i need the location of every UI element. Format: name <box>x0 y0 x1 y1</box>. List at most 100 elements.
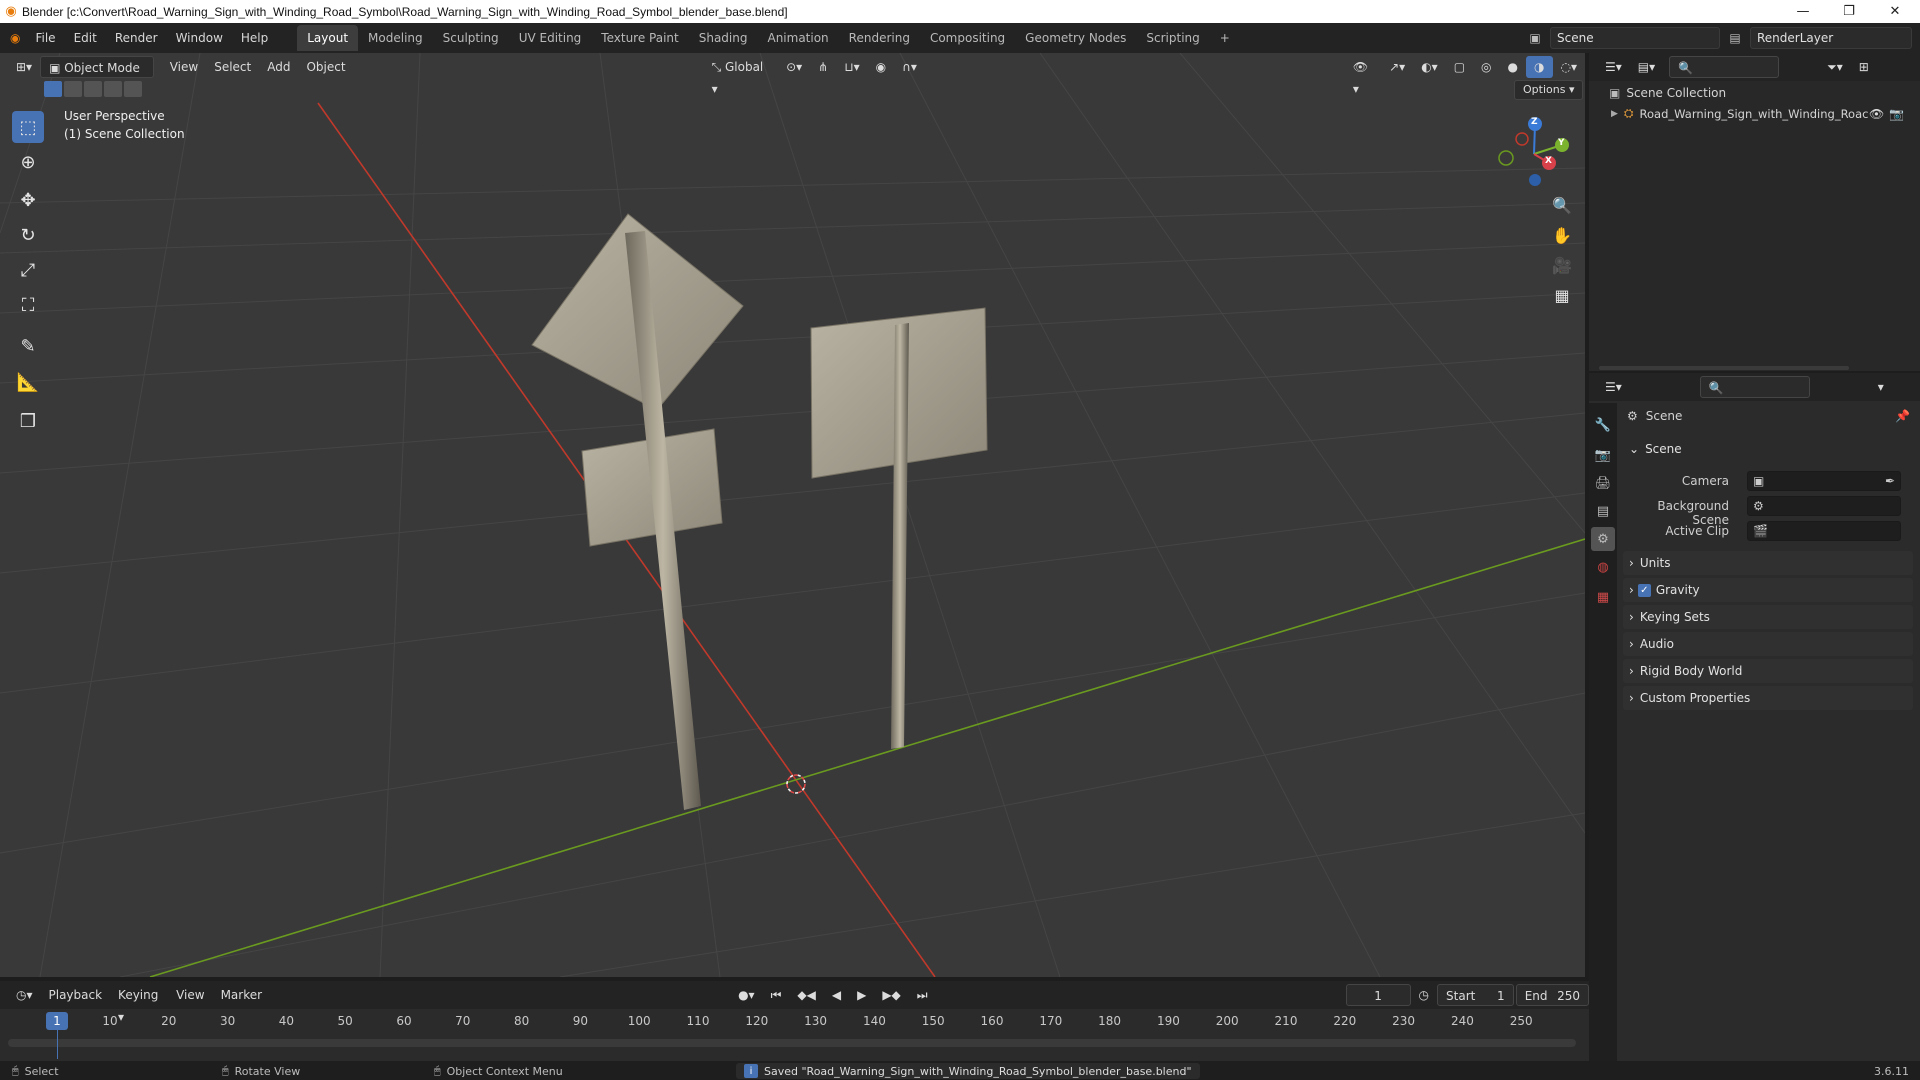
shading-material-icon[interactable]: ◑ <box>1526 56 1553 78</box>
pin-icon[interactable]: 📌 <box>1895 409 1910 423</box>
tool-tab-icon[interactable]: 🔧 <box>1591 413 1615 437</box>
view-layer-tab-icon[interactable]: ▤ <box>1591 499 1615 523</box>
road-sign-left[interactable] <box>531 213 744 810</box>
editor-type-icon[interactable]: ⊞▾ <box>8 56 40 78</box>
scene-tab-icon[interactable]: ⚙ <box>1591 527 1615 551</box>
menu-object[interactable]: Object <box>298 56 353 78</box>
tab-rendering[interactable]: Rendering <box>839 25 920 51</box>
start-frame-field[interactable]: Start 1 <box>1437 984 1514 1006</box>
outliner-scrollbar[interactable] <box>1599 366 1849 370</box>
tab-texture-paint[interactable]: Texture Paint <box>591 25 688 51</box>
render-camera-icon[interactable]: 📷 <box>1889 107 1904 121</box>
blender-menu-icon[interactable]: ◉ <box>0 23 26 53</box>
select-intersect-icon[interactable] <box>124 81 142 97</box>
camera-view-icon[interactable]: 🎥 <box>1548 251 1576 279</box>
keying-sets-panel-header[interactable]: › Keying Sets <box>1623 605 1913 629</box>
auto-keying-icon[interactable]: ●▾ <box>730 984 763 1006</box>
scale-tool-icon[interactable]: ⤢ <box>12 254 44 286</box>
active-clip-field[interactable]: 🎬 <box>1747 521 1901 541</box>
falloff-icon[interactable]: ∩▾ <box>894 56 925 78</box>
jump-start-icon[interactable]: ⏮ <box>763 984 790 1006</box>
3d-viewport[interactable]: Z Y X ⊞▾ ▣ Object Mode ▾ View Select Add… <box>0 53 1585 977</box>
gravity-panel-header[interactable]: › ✓ Gravity <box>1623 578 1913 602</box>
move-tool-icon[interactable]: ✥ <box>12 184 44 216</box>
tab-sculpting[interactable]: Sculpting <box>433 25 509 51</box>
properties-editor-type-icon[interactable]: ☰▾ <box>1597 376 1630 398</box>
viewport-scene[interactable] <box>0 53 1585 977</box>
zoom-icon[interactable]: 🔍 <box>1548 191 1576 219</box>
world-tab-icon[interactable]: ◍ <box>1591 555 1615 579</box>
select-subtract-icon[interactable] <box>84 81 102 97</box>
eyedropper-icon[interactable]: ✒ <box>1885 474 1895 488</box>
units-panel-header[interactable]: › Units <box>1623 551 1913 575</box>
timeline-ruler[interactable]: 1 10 20 30 40 50 60 70 80 90 100 110 120 130 140 150 160… <box>0 1009 1589 1033</box>
timeline-view-menu[interactable]: View <box>168 984 212 1006</box>
audio-panel-header[interactable]: › Audio <box>1623 632 1913 656</box>
end-frame-field[interactable]: End 250 <box>1515 984 1589 1006</box>
scene-panel-header[interactable]: ⌄ Scene <box>1623 437 1913 461</box>
view-layer-icon[interactable]: ▤ <box>1726 29 1744 47</box>
menu-view[interactable]: View <box>162 56 206 78</box>
pivot-point-icon[interactable]: ⊙▾ <box>778 56 810 78</box>
shading-solid-icon[interactable]: ● <box>1500 56 1526 78</box>
view-layer-selector[interactable]: RenderLayer <box>1750 27 1912 49</box>
rotate-tool-icon[interactable]: ↻ <box>12 219 44 251</box>
menu-window[interactable]: Window <box>167 23 232 53</box>
menu-help[interactable]: Help <box>232 23 277 53</box>
play-icon[interactable]: ▶ <box>849 984 874 1006</box>
keying-menu[interactable]: Keying ▾ <box>110 984 168 1024</box>
playback-menu[interactable]: Playback ▾ <box>41 984 111 1024</box>
perspective-toggle-icon[interactable]: ▦ <box>1548 281 1576 309</box>
transform-orientation-dropdown[interactable]: ⤡ Global ▾ <box>704 56 779 96</box>
transform-tool-icon[interactable]: ⛶ <box>12 289 44 321</box>
scene-collection-row[interactable]: ▣ Scene Collection <box>1609 86 1726 100</box>
outliner-item[interactable]: ▶ ⛭ Road_Warning_Sign_with_Winding_Roac … <box>1611 106 1911 121</box>
properties-options-icon[interactable]: ▾ <box>1870 376 1892 398</box>
jump-end-icon[interactable]: ⏭ <box>909 984 936 1006</box>
overlay-toggle-icon[interactable]: ◐▾ <box>1413 56 1446 78</box>
measure-tool-icon[interactable]: 📐 <box>12 366 44 398</box>
scene-selector[interactable]: Scene <box>1550 27 1720 49</box>
select-new-icon[interactable] <box>44 81 62 97</box>
jump-keyframe-back-icon[interactable]: ◆◀ <box>789 984 823 1006</box>
snap-target-icon[interactable]: ⊔▾ <box>836 56 867 78</box>
outliner-editor-type-icon[interactable]: ☰▾ <box>1597 56 1630 78</box>
scene-browse-icon[interactable]: ▣ <box>1526 29 1544 47</box>
add-cube-tool-icon[interactable]: ❒ <box>12 405 44 437</box>
filter-icon[interactable]: ⏷▾ <box>1819 56 1851 78</box>
display-mode-icon[interactable]: ▤▾ <box>1630 56 1663 78</box>
tab-compositing[interactable]: Compositing <box>920 25 1015 51</box>
shading-wireframe-icon[interactable]: ◎ <box>1473 56 1499 78</box>
current-frame-field[interactable]: 1 <box>1345 984 1411 1006</box>
maximize-button[interactable]: ❐ <box>1826 0 1872 23</box>
menu-add[interactable]: Add <box>259 56 298 78</box>
new-collection-icon[interactable]: ⊞ <box>1851 56 1877 78</box>
shading-rendered-icon[interactable]: ◌▾ <box>1553 56 1586 78</box>
texture-tab-icon[interactable]: ▦ <box>1591 585 1615 609</box>
camera-field[interactable]: ▣ ✒ <box>1747 471 1901 491</box>
select-extend-icon[interactable] <box>64 81 82 97</box>
menu-edit[interactable]: Edit <box>65 23 106 53</box>
menu-select[interactable]: Select <box>206 56 259 78</box>
timeline-editor-type-icon[interactable]: ◷▾ <box>8 984 41 1006</box>
navigation-gizmo[interactable] <box>1498 117 1569 186</box>
cursor-tool-icon[interactable]: ⊕ <box>12 146 44 178</box>
outliner-search-field[interactable]: 🔍 <box>1669 56 1780 78</box>
tab-scripting[interactable]: Scripting <box>1136 25 1209 51</box>
proportional-edit-icon[interactable]: ◉ <box>868 56 894 78</box>
select-box-tool-icon[interactable]: ⬚ <box>12 111 44 143</box>
jump-keyframe-forward-icon[interactable]: ▶◆ <box>874 984 908 1006</box>
pan-hand-icon[interactable]: ✋ <box>1548 221 1576 249</box>
options-dropdown[interactable]: Options ▾ <box>1514 80 1584 100</box>
close-button[interactable]: ✕ <box>1872 0 1918 23</box>
gizmo-toggle-icon[interactable]: ↗▾ <box>1381 56 1413 78</box>
menu-render[interactable]: Render <box>106 23 167 53</box>
output-tab-icon[interactable]: 🖨 <box>1591 471 1615 495</box>
xray-icon[interactable]: ▢ <box>1446 56 1473 78</box>
play-reverse-icon[interactable]: ◀ <box>824 984 849 1006</box>
tab-shading[interactable]: Shading <box>689 25 758 51</box>
timeline-scrollbar[interactable] <box>8 1039 1576 1047</box>
minimize-button[interactable]: — <box>1780 0 1826 23</box>
tab-geometry-nodes[interactable]: Geometry Nodes <box>1015 25 1136 51</box>
tab-modeling[interactable]: Modeling <box>358 25 433 51</box>
